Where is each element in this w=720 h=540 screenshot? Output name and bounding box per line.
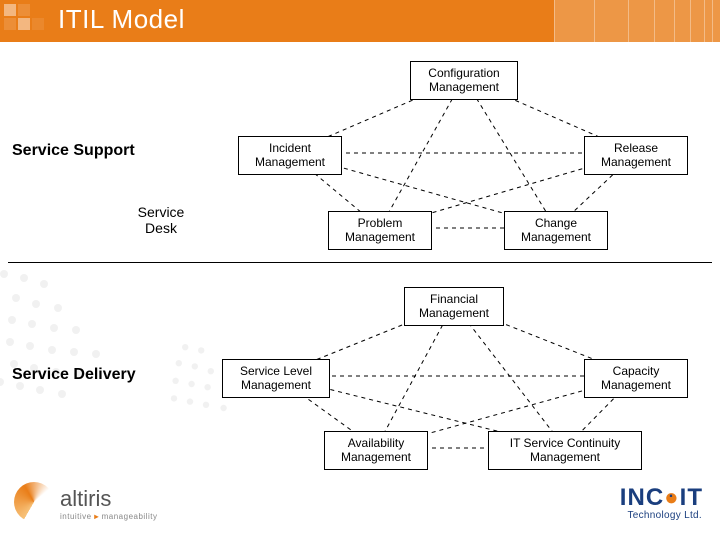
logo-letter: T: [687, 484, 702, 512]
node-configuration-management: Configuration Management: [410, 61, 518, 100]
node-line: Management: [337, 230, 423, 244]
section-label-delivery: Service Delivery: [12, 366, 136, 384]
tag-word: intuitive: [60, 512, 92, 521]
title-bar: ITIL Model: [0, 0, 720, 42]
node-line: Capacity: [593, 364, 679, 378]
node-line: Management: [231, 378, 321, 392]
node-incident-management: Incident Management: [238, 136, 342, 175]
logo-incit: I N C ● I T Technology Ltd.: [552, 484, 702, 530]
node-release-management: Release Management: [584, 136, 688, 175]
logo-letter: I: [680, 484, 687, 512]
logo-dot-icon: ●: [664, 484, 679, 512]
section-divider: [8, 262, 712, 263]
node-line: Management: [497, 450, 633, 464]
node-line: Problem: [337, 216, 423, 230]
node-availability-management: Availability Management: [324, 431, 428, 470]
node-line: Change: [513, 216, 599, 230]
incit-wordmark: I N C ● I T: [552, 484, 702, 512]
title-ruler-decoration: [560, 0, 720, 42]
arrow-icon: ▸: [94, 512, 99, 521]
node-line: Service Level: [231, 364, 321, 378]
node-line: Management: [513, 230, 599, 244]
node-line: Management: [333, 450, 419, 464]
logo-letter: C: [646, 484, 663, 512]
slide-title: ITIL Model: [58, 4, 185, 35]
altiris-swirl-icon: [14, 482, 54, 522]
node-line: Financial: [413, 292, 495, 306]
altiris-wordmark: altiris: [60, 486, 111, 512]
node-capacity-management: Capacity Management: [584, 359, 688, 398]
node-service-level-management: Service Level Management: [222, 359, 330, 398]
node-line: Management: [593, 378, 679, 392]
node-problem-management: Problem Management: [328, 211, 432, 250]
node-line: Management: [419, 80, 509, 94]
node-line: Release: [593, 141, 679, 155]
title-grid-decoration: [0, 0, 50, 42]
altiris-tagline: intuitive ▸ manageability: [60, 512, 157, 521]
node-line: IT Service Continuity: [497, 436, 633, 450]
logo-letter: I: [620, 484, 627, 512]
node-line: Management: [593, 155, 679, 169]
node-line: Incident: [247, 141, 333, 155]
label-service-desk: Service Desk: [126, 204, 196, 236]
node-change-management: Change Management: [504, 211, 608, 250]
node-line: Management: [413, 306, 495, 320]
node-it-service-continuity-management: IT Service Continuity Management: [488, 431, 642, 470]
node-line: Availability: [333, 436, 419, 450]
incit-subtitle: Technology Ltd.: [552, 510, 702, 521]
node-financial-management: Financial Management: [404, 287, 504, 326]
section-label-support: Service Support: [12, 142, 135, 160]
logo-letter: N: [627, 484, 644, 512]
logo-altiris: altiris intuitive ▸ manageability: [42, 486, 212, 526]
label-line: Service: [138, 204, 185, 220]
slide: ITIL Model: [0, 0, 720, 540]
node-line: Configuration: [419, 66, 509, 80]
label-line: Desk: [145, 220, 177, 236]
node-line: Management: [247, 155, 333, 169]
tag-word: manageability: [102, 512, 158, 521]
